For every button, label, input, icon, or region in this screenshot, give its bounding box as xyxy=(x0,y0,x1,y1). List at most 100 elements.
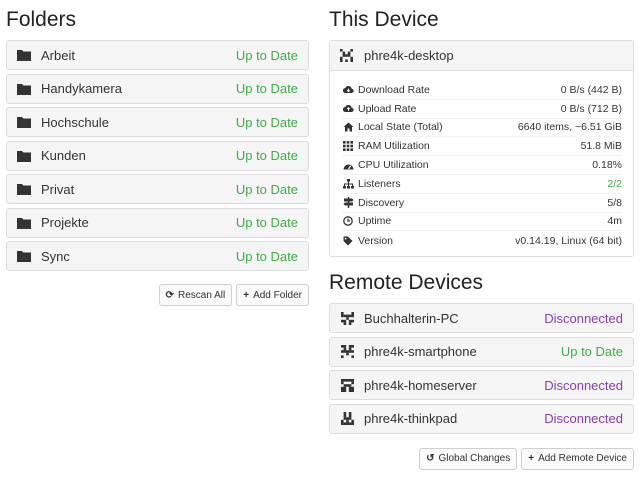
folder-icon xyxy=(17,48,31,62)
folder-name: Kunden xyxy=(41,148,86,163)
this-device-title: This Device xyxy=(329,8,439,31)
stat-discovery: Discovery 5/8 xyxy=(342,194,622,213)
cloud-upload-icon xyxy=(342,104,354,113)
stat-label: CPU Utilization xyxy=(358,159,429,172)
stat-value: 6640 items, ~6.51 GiB xyxy=(517,121,622,134)
rescan-all-label: Rescan All xyxy=(177,289,226,301)
stat-value: 0 B/s (712 B) xyxy=(560,102,622,115)
stat-value: v0.14.19, Linux (64 bit) xyxy=(515,234,622,247)
cloud-download-icon xyxy=(342,85,354,94)
folder-name: Privat xyxy=(41,181,75,197)
device-stats: Download Rate 0 B/s (442 B) Upload Rate … xyxy=(330,71,633,256)
folder-item-projekte[interactable]: Projekte Up to Date xyxy=(6,207,309,238)
stat-uptime: Uptime 4m xyxy=(342,213,622,232)
plus-icon: + xyxy=(528,453,535,465)
signpost-icon xyxy=(342,197,354,209)
rescan-all-button[interactable]: ⟳ Rescan All xyxy=(158,284,233,306)
folders-title: Folders xyxy=(6,8,77,31)
folder-item-handykamera[interactable]: Handykamera Up to Date xyxy=(6,73,309,104)
stat-version: Version v0.14.19, Linux (64 bit) xyxy=(342,231,622,250)
stat-label: Upload Rate xyxy=(358,102,417,115)
folder-icon xyxy=(17,149,31,163)
folder-name: Handykamera xyxy=(41,81,122,96)
remote-device-phre4k-thinkpad[interactable]: phre4k-thinkpad Disconnected xyxy=(329,403,634,434)
remote-device-status: Disconnected xyxy=(544,310,623,326)
remote-device-status: Disconnected xyxy=(544,411,623,427)
remote-device-phre4k-homeserver[interactable]: phre4k-homeserver Disconnected xyxy=(329,370,634,401)
this-device-header[interactable]: phre4k-desktop xyxy=(330,41,633,71)
devices-section: This Device phre4k-desktop Download Rate… xyxy=(329,0,634,470)
stat-label: Version xyxy=(358,234,394,247)
folder-status: Up to Date xyxy=(235,215,298,230)
device-identicon-icon xyxy=(340,311,354,325)
this-device-panel: phre4k-desktop Download Rate 0 B/s (442 … xyxy=(329,40,634,258)
folder-item-kunden[interactable]: Kunden Up to Date xyxy=(6,140,309,171)
stat-cpu: CPU Utilization 0.18% xyxy=(342,156,622,175)
folder-status: Up to Date xyxy=(235,248,298,264)
refresh-icon: ⟳ xyxy=(165,289,174,301)
remote-device-buchhalterin-pc[interactable]: Buchhalterin-PC Disconnected xyxy=(329,303,634,334)
folder-status: Up to Date xyxy=(235,148,298,163)
folder-list: Arbeit Up to Date Handykamera Up to Date… xyxy=(6,40,309,271)
history-icon: ↺ xyxy=(426,453,435,465)
stat-label: Uptime xyxy=(358,215,392,228)
folder-status: Up to Date xyxy=(235,114,298,130)
folder-item-hochschule[interactable]: Hochschule Up to Date xyxy=(6,107,309,137)
folder-name: Projekte xyxy=(41,215,89,230)
folder-item-arbeit[interactable]: Arbeit Up to Date xyxy=(6,40,309,70)
stat-label: Local State (Total) xyxy=(358,121,443,134)
stat-download-rate: Download Rate 0 B/s (442 B) xyxy=(342,81,622,100)
device-identicon-icon xyxy=(340,378,354,392)
folder-icon xyxy=(17,82,31,96)
folder-name: Arbeit xyxy=(41,47,75,63)
stat-value: 0 B/s (442 B) xyxy=(560,83,622,96)
add-folder-label: Add Folder xyxy=(253,289,302,301)
remote-device-name: phre4k-smartphone xyxy=(364,344,477,360)
folder-icon xyxy=(17,115,31,129)
remote-device-name: phre4k-homeserver xyxy=(364,377,477,393)
stat-upload-rate: Upload Rate 0 B/s (712 B) xyxy=(342,100,622,119)
stat-label: Discovery xyxy=(358,196,405,209)
folder-icon xyxy=(17,249,31,263)
stat-label: RAM Utilization xyxy=(358,140,430,153)
device-identicon-icon xyxy=(340,345,354,359)
this-device-name: phre4k-desktop xyxy=(364,48,454,63)
stat-value: 5/8 xyxy=(607,196,622,209)
device-identicon-icon xyxy=(340,49,354,62)
memory-icon xyxy=(342,141,354,152)
stat-listeners: Listeners 2/2 xyxy=(342,175,622,194)
remote-device-status: Up to Date xyxy=(560,344,623,360)
device-identicon-icon xyxy=(340,412,354,426)
stat-label: Listeners xyxy=(358,177,401,190)
global-changes-button[interactable]: ↺ Global Changes xyxy=(419,447,518,470)
folder-status: Up to Date xyxy=(235,81,298,96)
add-remote-device-button[interactable]: + Add Remote Device xyxy=(521,447,634,470)
folder-actions: ⟳ Rescan All + Add Folder xyxy=(6,284,309,306)
sitemap-icon xyxy=(342,178,354,189)
folder-status: Up to Date xyxy=(235,181,298,197)
stat-value: 2/2 xyxy=(607,177,622,190)
tag-icon xyxy=(342,236,354,246)
stat-label: Download Rate xyxy=(358,83,430,96)
stat-ram: RAM Utilization 51.8 MiB xyxy=(342,137,622,157)
clock-icon xyxy=(342,216,354,227)
plus-icon: + xyxy=(243,289,250,301)
folder-status: Up to Date xyxy=(235,47,298,63)
global-changes-label: Global Changes xyxy=(438,453,511,465)
home-icon xyxy=(342,122,354,132)
folder-item-sync[interactable]: Sync Up to Date xyxy=(6,241,309,271)
stat-value: 51.8 MiB xyxy=(580,140,622,153)
folder-icon xyxy=(17,182,31,196)
folder-name: Hochschule xyxy=(41,114,109,130)
stat-value: 4m xyxy=(607,215,622,228)
folders-section: Folders Arbeit Up to Date Handykamera Up… xyxy=(6,0,309,306)
remote-devices-section: Remote Devices Buchhalterin-PC Disconnec… xyxy=(329,263,634,470)
tachometer-icon xyxy=(342,161,354,170)
folder-name: Sync xyxy=(41,248,70,264)
stat-local-state: Local State (Total) 6640 items, ~6.51 Gi… xyxy=(342,119,622,138)
remote-device-phre4k-smartphone[interactable]: phre4k-smartphone Up to Date xyxy=(329,336,634,367)
remote-device-name: phre4k-thinkpad xyxy=(364,411,458,427)
remote-actions: ↺ Global Changes + Add Remote Device xyxy=(329,447,634,470)
add-folder-button[interactable]: + Add Folder xyxy=(236,284,309,306)
folder-item-privat[interactable]: Privat Up to Date xyxy=(6,174,309,204)
